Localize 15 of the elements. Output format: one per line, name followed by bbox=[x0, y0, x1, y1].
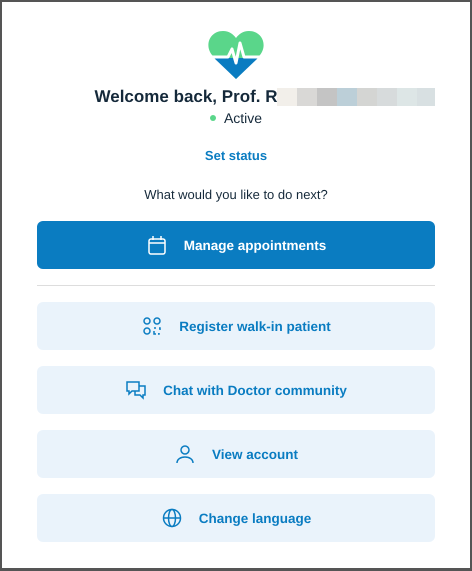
action-button[interactable]: Manage appointments bbox=[37, 221, 435, 269]
set-status-link[interactable]: Set status bbox=[204, 148, 268, 163]
status-label: Active bbox=[224, 110, 262, 126]
chat-bubbles-icon bbox=[125, 379, 148, 401]
action-button[interactable]: Change language bbox=[37, 494, 435, 542]
action-button[interactable]: View account bbox=[37, 430, 435, 478]
calendar-icon bbox=[146, 234, 168, 256]
heart-pulse-logo bbox=[208, 29, 264, 81]
person-icon bbox=[174, 443, 196, 465]
action-button[interactable]: Chat with Doctor community bbox=[37, 366, 435, 414]
welcome-heading: Welcome back, Prof. R bbox=[94, 87, 278, 107]
prompt-text: What would you like to do next? bbox=[144, 187, 328, 202]
globe-icon bbox=[160, 507, 183, 529]
action-button[interactable]: Register walk-in patient bbox=[37, 302, 435, 350]
qr-code-icon bbox=[141, 315, 164, 337]
